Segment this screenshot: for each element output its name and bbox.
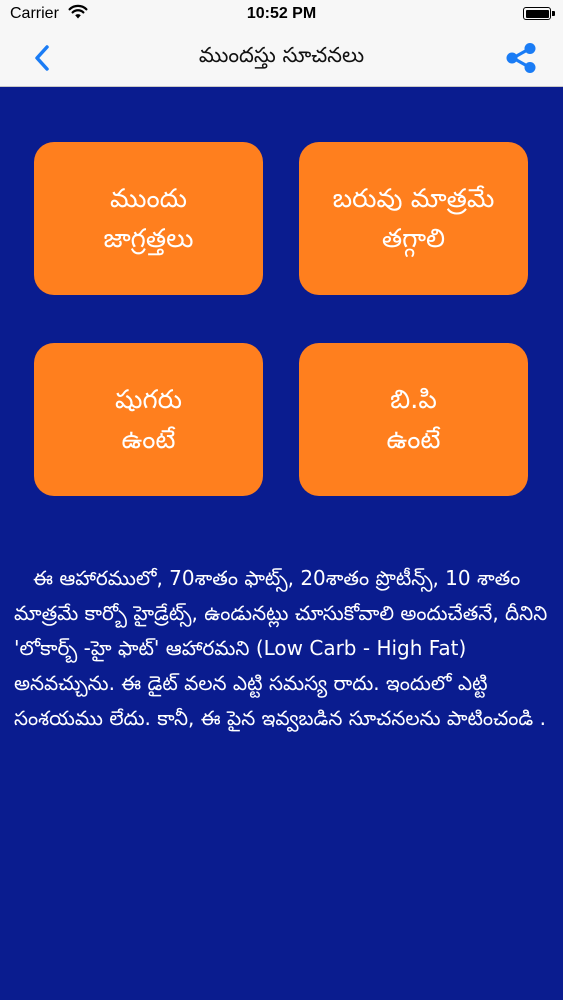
tile-label-line2: ఉంటే: [121, 424, 176, 455]
tile-label-line1: బి.పి: [390, 384, 437, 415]
tile-label-line2: తగ్గాలి: [381, 223, 446, 254]
tile-precautions-button[interactable]: ముందు జాగ్రత్తలు: [34, 142, 263, 295]
description-text: ఈ ఆహారములో, 70శాతం ఫాట్స్, 20శాతం ప్రొటీ…: [14, 566, 554, 730]
tile-label-line2: ఉంటే: [386, 424, 441, 455]
tile-label-line1: ముందు: [109, 183, 188, 214]
battery-icon: [523, 7, 555, 20]
navigation-bar: ముందస్తు సూచనలు: [0, 30, 563, 87]
clock: 10:52 PM: [246, 5, 317, 22]
tile-label-line2: జాగ్రత్తలు: [103, 223, 194, 254]
tile-sugar-button[interactable]: షుగరు ఉంటే: [34, 343, 263, 496]
tile-weight-loss-button[interactable]: బరువు మాత్రమే తగ్గాలి: [299, 142, 528, 295]
share-icon[interactable]: [503, 40, 539, 76]
tile-bp-button[interactable]: బి.పి ఉంటే: [299, 343, 528, 496]
page-title: ముందస్తు సూచనలు: [198, 43, 365, 67]
tile-label-line1: షుగరు: [114, 384, 183, 415]
status-bar: Carrier 10:52 PM: [0, 0, 563, 30]
tile-label-line1: బరువు మాత్రమే: [332, 183, 495, 214]
